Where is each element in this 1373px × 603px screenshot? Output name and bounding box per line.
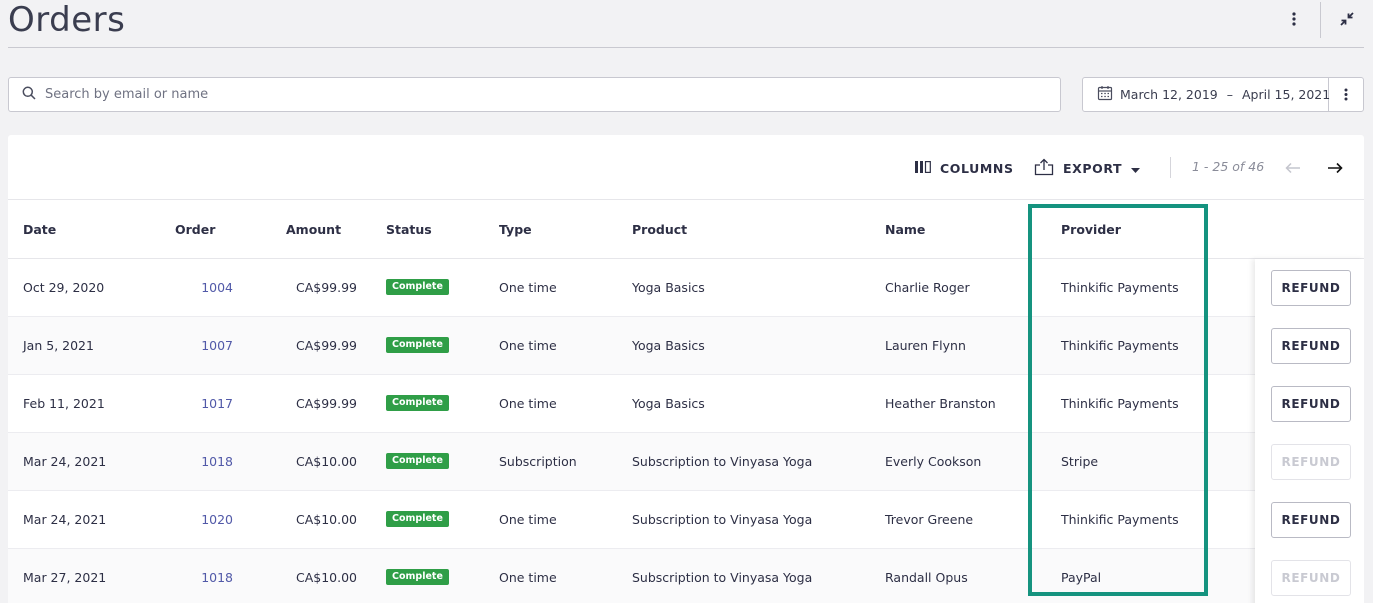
order-link[interactable]: 1018 [188, 454, 233, 469]
export-label: EXPORT [1063, 160, 1123, 176]
cell-type: One time [499, 396, 557, 411]
status-badge: Complete [386, 511, 449, 527]
columns-button[interactable]: COLUMNS [915, 157, 1014, 179]
calendar-icon [1097, 85, 1120, 104]
refund-button[interactable]: REFUND [1271, 386, 1351, 422]
cell-product: Subscription to Vinyasa Yoga [632, 570, 813, 585]
header-divider [1320, 2, 1321, 38]
cell-product: Subscription to Vinyasa Yoga [632, 454, 813, 469]
cell-name: Trevor Greene [885, 512, 974, 527]
status-badge: Complete [386, 395, 449, 411]
date-start: March 12, 2019 [1120, 87, 1218, 102]
toolbar-divider [1170, 157, 1171, 178]
cell-provider: Thinkific Payments [1061, 512, 1179, 527]
order-link[interactable]: 1020 [188, 512, 233, 527]
more-options-icon[interactable] [1284, 8, 1304, 30]
cell-provider: Thinkific Payments [1061, 280, 1179, 295]
cell-type: One time [499, 280, 557, 295]
cell-name: Charlie Roger [885, 280, 970, 295]
table-row: Feb 11, 2021 1017 CA$99.99 Complete One … [8, 375, 1364, 433]
arrow-right-icon[interactable] [1324, 157, 1346, 179]
date-end: April 15, 2021 [1242, 87, 1331, 102]
refund-button[interactable]: REFUND [1271, 502, 1351, 538]
cell-product: Yoga Basics [632, 396, 705, 411]
cell-provider: Stripe [1061, 454, 1099, 469]
search-icon [22, 85, 36, 104]
cell-amount: CA$10.00 [295, 454, 357, 469]
orders-card: COLUMNS EXPORT 1 - 25 of 46 Date Order A… [8, 135, 1364, 603]
cell-provider: Thinkific Payments [1061, 338, 1179, 353]
date-more-options-icon[interactable] [1329, 78, 1363, 111]
export-button[interactable]: EXPORT [1034, 157, 1149, 179]
cell-name: Everly Cookson [885, 454, 982, 469]
table-row: Mar 24, 2021 1018 CA$10.00 Complete Subs… [8, 433, 1364, 491]
table-row: Oct 29, 2020 1004 CA$99.99 Complete One … [8, 259, 1364, 317]
cell-product: Yoga Basics [632, 338, 705, 353]
cell-type: One time [499, 338, 557, 353]
pagination-text: 1 - 25 of 46 [1192, 159, 1265, 174]
search-input[interactable] [45, 87, 945, 102]
date-separator: – [1226, 87, 1233, 102]
header-rule [8, 47, 1364, 48]
refund-button[interactable]: REFUND [1271, 270, 1351, 306]
table-row: Mar 24, 2021 1020 CA$10.00 Complete One … [8, 491, 1364, 549]
date-range-button[interactable]: March 12, 2019 – April 15, 2021 [1083, 78, 1331, 111]
cell-date: Oct 29, 2020 [23, 280, 105, 295]
cell-provider: PayPal [1061, 570, 1102, 585]
cell-amount: CA$10.00 [295, 512, 357, 527]
status-badge: Complete [386, 453, 449, 469]
cell-provider: Thinkific Payments [1061, 396, 1179, 411]
export-icon [1034, 158, 1063, 179]
refund-button-disabled: REFUND [1271, 560, 1351, 596]
status-badge: Complete [386, 337, 449, 353]
cell-date: Mar 27, 2021 [23, 570, 107, 585]
cell-date: Mar 24, 2021 [23, 512, 107, 527]
chevron-down-icon [1131, 161, 1149, 176]
refund-button-disabled: REFUND [1271, 444, 1351, 480]
cell-name: Randall Opus [885, 570, 968, 585]
cell-type: One time [499, 512, 557, 527]
table-row: Mar 27, 2021 1018 CA$10.00 Complete One … [8, 549, 1364, 603]
cell-product: Yoga Basics [632, 280, 705, 295]
column-header-order[interactable]: Order [175, 222, 215, 237]
column-header-amount[interactable]: Amount [286, 222, 341, 237]
cell-amount: CA$10.00 [295, 570, 357, 585]
row-actions-column: REFUND REFUND REFUND REFUND REFUND REFUN… [1255, 259, 1364, 603]
cell-product: Subscription to Vinyasa Yoga [632, 512, 813, 527]
order-link[interactable]: 1018 [188, 570, 233, 585]
table-header: Date Order Amount Status Type Product Na… [8, 201, 1364, 259]
order-link[interactable]: 1004 [188, 280, 233, 295]
search-box[interactable] [8, 77, 1061, 112]
cell-name: Heather Branston [885, 396, 996, 411]
column-header-date[interactable]: Date [23, 222, 56, 237]
cell-amount: CA$99.99 [295, 280, 357, 295]
cell-date: Jan 5, 2021 [23, 338, 94, 353]
cell-date: Feb 11, 2021 [23, 396, 105, 411]
cell-type: One time [499, 570, 557, 585]
page-title: Orders [8, 0, 126, 40]
collapse-icon[interactable] [1336, 8, 1358, 30]
column-header-status[interactable]: Status [386, 222, 432, 237]
column-header-type[interactable]: Type [499, 222, 532, 237]
date-range-picker: March 12, 2019 – April 15, 2021 [1082, 77, 1364, 112]
status-badge: Complete [386, 279, 449, 295]
columns-icon [915, 160, 940, 176]
table-row: Jan 5, 2021 1007 CA$99.99 Complete One t… [8, 317, 1364, 375]
cell-type: Subscription [499, 454, 577, 469]
cell-name: Lauren Flynn [885, 338, 966, 353]
order-link[interactable]: 1007 [188, 338, 233, 353]
table-toolbar: COLUMNS EXPORT 1 - 25 of 46 [8, 135, 1364, 200]
cell-amount: CA$99.99 [295, 338, 357, 353]
cell-amount: CA$99.99 [295, 396, 357, 411]
status-badge: Complete [386, 569, 449, 585]
columns-label: COLUMNS [940, 160, 1014, 176]
refund-button[interactable]: REFUND [1271, 328, 1351, 364]
order-link[interactable]: 1017 [188, 396, 233, 411]
column-header-product[interactable]: Product [632, 222, 687, 237]
cell-date: Mar 24, 2021 [23, 454, 107, 469]
column-header-name[interactable]: Name [885, 222, 925, 237]
arrow-left-icon[interactable] [1282, 157, 1304, 179]
column-header-provider[interactable]: Provider [1061, 222, 1121, 237]
